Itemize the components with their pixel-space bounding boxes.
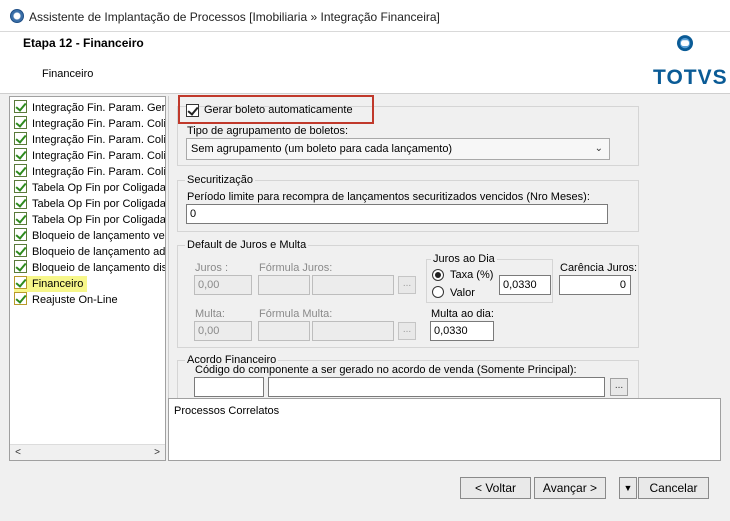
checkbox-done-icon bbox=[14, 196, 27, 209]
tipo-agrupamento-select[interactable]: Sem agrupamento (um boleto para cada lan… bbox=[186, 138, 610, 160]
scroll-left-icon[interactable]: < bbox=[10, 445, 26, 461]
multa-input[interactable]: 0,00 bbox=[194, 321, 252, 341]
codigo-componente-desc-input[interactable] bbox=[268, 377, 605, 397]
step-title: Etapa 12 - Financeiro bbox=[23, 36, 144, 50]
scroll-right-icon[interactable]: > bbox=[149, 445, 165, 461]
tree-item-label: Integração Fin. Param. Colig bbox=[32, 118, 166, 130]
tree-item[interactable]: Tabela Op Fin por Coligada bbox=[14, 196, 166, 212]
tree-item[interactable]: Bloqueio de lançamento dist bbox=[14, 260, 166, 276]
formula-multa-code-input[interactable] bbox=[258, 321, 310, 341]
formula-juros-code-input[interactable] bbox=[258, 275, 310, 295]
juros-ao-dia-label: Juros ao Dia bbox=[431, 253, 497, 265]
juros-multa-group-label: Default de Juros e Multa bbox=[185, 239, 309, 251]
juros-dia-input[interactable]: 0,0330 bbox=[499, 275, 551, 295]
multa-dia-input[interactable]: 0,0330 bbox=[430, 321, 494, 341]
step-tree[interactable]: Integração Fin. Param. Gera Integração F… bbox=[9, 96, 166, 461]
totvs-logo-icon bbox=[677, 35, 693, 52]
formula-multa-label: Fórmula Multa: bbox=[259, 308, 333, 320]
checkbox-done-icon bbox=[14, 180, 27, 193]
app-icon bbox=[10, 9, 24, 23]
tree-item[interactable]: Integração Fin. Param. Colig bbox=[14, 164, 166, 180]
tree-item-label: Tabela Op Fin por Coligada bbox=[32, 182, 166, 194]
checkbox-pending-icon bbox=[14, 292, 27, 305]
checkbox-done-icon bbox=[14, 148, 27, 161]
tree-item-label: Bloqueio de lançamento ven bbox=[32, 230, 166, 242]
tree-item[interactable]: Bloqueio de lançamento adit bbox=[14, 244, 166, 260]
tree-item[interactable]: Tabela Op Fin por Coligada bbox=[14, 212, 166, 228]
formula-juros-desc-input[interactable] bbox=[312, 275, 394, 295]
tree-item[interactable]: Integração Fin. Param. Colig bbox=[14, 116, 166, 132]
voltar-button[interactable]: < Voltar bbox=[460, 477, 531, 499]
codigo-componente-label: Código do componente a ser gerado no aco… bbox=[195, 364, 577, 376]
tipo-agrupamento-label: Tipo de agrupamento de boletos: bbox=[187, 125, 349, 137]
formula-multa-desc-input[interactable] bbox=[312, 321, 394, 341]
tree-item[interactable]: Integração Fin. Param. Colig bbox=[14, 148, 166, 164]
multa-label: Multa: bbox=[195, 308, 225, 320]
chevron-down-icon: ⌄ bbox=[594, 143, 603, 154]
checkbox-done-icon bbox=[14, 116, 27, 129]
tree-item-label: Financeiro bbox=[32, 278, 84, 290]
checkbox-done-icon bbox=[14, 244, 27, 257]
carencia-input[interactable]: 0 bbox=[559, 275, 631, 295]
tipo-agrupamento-value: Sem agrupamento (um boleto para cada lan… bbox=[191, 143, 453, 155]
tree-item-reajuste[interactable]: Reajuste On-Line bbox=[14, 292, 118, 308]
tree-item[interactable]: Integração Fin. Param. Gera bbox=[14, 100, 166, 116]
avancar-button[interactable]: Avançar > bbox=[534, 477, 606, 499]
tree-item-label: Bloqueio de lançamento adit bbox=[32, 246, 166, 258]
financeiro-form: Gerar boleto automaticamente Tipo de agr… bbox=[168, 96, 721, 398]
formula-juros-label: Fórmula Juros: bbox=[259, 262, 333, 274]
taxa-label: Taxa (%) bbox=[450, 269, 494, 281]
annotation-highlight bbox=[178, 95, 374, 124]
checkbox-done-icon bbox=[14, 228, 27, 241]
step-subtitle: Financeiro bbox=[42, 68, 94, 80]
checkbox-done-icon bbox=[14, 260, 27, 273]
periodo-input[interactable]: 0 bbox=[186, 204, 608, 224]
tree-item-label: Tabela Op Fin por Coligada bbox=[32, 198, 166, 210]
tree-horizontal-scrollbar[interactable]: < > bbox=[10, 444, 165, 460]
tree-item[interactable]: Tabela Op Fin por Coligada bbox=[14, 180, 166, 196]
processos-correlatos-label: Processos Correlatos bbox=[174, 405, 280, 417]
formula-juros-lookup-button[interactable]: ... bbox=[398, 276, 416, 294]
tree-item-label: Reajuste On-Line bbox=[32, 294, 118, 306]
tree-item-label: Tabela Op Fin por Coligada bbox=[32, 214, 166, 226]
tree-item-label: Integração Fin. Param. Colig bbox=[32, 134, 166, 146]
tree-item-label: Integração Fin. Param. Colig bbox=[32, 150, 166, 162]
checkbox-done-icon bbox=[14, 100, 27, 113]
periodo-label: Período limite para recompra de lançamen… bbox=[187, 191, 590, 203]
juros-label: Juros : bbox=[195, 262, 229, 274]
carencia-label: Carência Juros: bbox=[560, 262, 638, 274]
multa-dia-label: Multa ao dia: bbox=[431, 308, 494, 320]
options-dropdown-button[interactable]: ▼ bbox=[619, 477, 637, 499]
formula-multa-lookup-button[interactable]: ... bbox=[398, 322, 416, 340]
tree-item-label: Integração Fin. Param. Gera bbox=[32, 102, 166, 114]
valor-label: Valor bbox=[450, 287, 475, 299]
window-title: Assistente de Implantação de Processos [… bbox=[29, 10, 440, 24]
cancelar-button[interactable]: Cancelar bbox=[638, 477, 709, 499]
checkbox-done-icon bbox=[14, 212, 27, 225]
tree-item-label: Bloqueio de lançamento dist bbox=[32, 262, 166, 274]
checkbox-done-icon bbox=[14, 164, 27, 177]
checkbox-done-icon bbox=[14, 132, 27, 145]
taxa-radio[interactable] bbox=[432, 269, 444, 281]
tree-item[interactable]: Bloqueio de lançamento ven bbox=[14, 228, 166, 244]
tree-item-financeiro[interactable]: Financeiro bbox=[14, 276, 88, 292]
valor-radio[interactable] bbox=[432, 286, 444, 298]
logo-text: TOTVS bbox=[653, 66, 728, 89]
checkbox-pending-icon bbox=[14, 276, 27, 289]
tree-item-label: Integração Fin. Param. Colig bbox=[32, 166, 166, 178]
juros-input[interactable]: 0,00 bbox=[194, 275, 252, 295]
codigo-componente-input[interactable] bbox=[194, 377, 264, 397]
tree-item[interactable]: Integração Fin. Param. Colig bbox=[14, 132, 166, 148]
securitizacao-group-label: Securitização bbox=[185, 174, 256, 186]
codigo-componente-lookup-button[interactable]: ... bbox=[610, 378, 628, 396]
